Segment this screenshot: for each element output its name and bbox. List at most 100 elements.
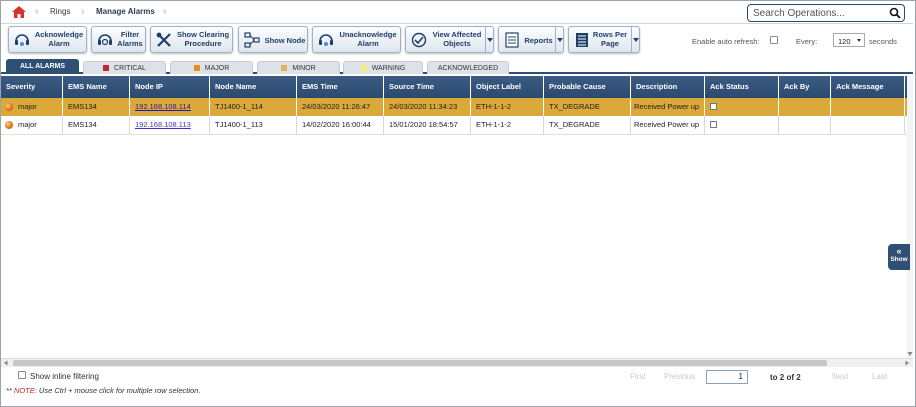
note-prefix: ** [6, 386, 14, 395]
column-ems-name[interactable]: EMS Name [63, 76, 130, 98]
ack-status-checkbox[interactable] [710, 103, 717, 110]
unacknowledge-label-2: Alarm [357, 39, 379, 48]
scroll-left-icon[interactable] [3, 360, 9, 366]
tab-all-alarms[interactable]: ALL ALARMS [6, 59, 79, 74]
view-affected-dropdown-arrow[interactable] [485, 27, 493, 52]
probable-cause-cell: TX_DEGRADE [544, 116, 631, 134]
tab-warning[interactable]: WARNING [343, 61, 423, 74]
ack-status-cell [705, 116, 779, 134]
unacknowledge-headset-icon [319, 34, 333, 46]
alarms-table: Severity EMS Name Node IP Node Name EMS … [1, 76, 913, 358]
ack-message-cell [831, 98, 905, 116]
column-source-time[interactable]: Source Time [384, 76, 471, 98]
column-description[interactable]: Description [631, 76, 705, 98]
rows-per-page-label-2: Page [601, 39, 619, 48]
tab-critical[interactable]: CRITICAL [83, 61, 166, 74]
tab-acknowledged[interactable]: ACKNOWLEDGED [427, 61, 509, 74]
major-color-icon [193, 65, 200, 71]
tab-warning-label: WARNING [371, 65, 406, 72]
source-time-cell: 15/01/2020 18:54:57 [384, 116, 471, 134]
source-time-cell: 24/03/2020 11:34:23 [384, 98, 471, 116]
double-chevron-left-icon: « [896, 246, 902, 256]
rows-per-page-dropdown-arrow[interactable] [631, 27, 639, 52]
note-text: Use Ctrl + mouse click for multiple row … [36, 386, 201, 395]
scroll-right-icon[interactable] [904, 360, 910, 366]
reports-dropdown-arrow[interactable] [555, 27, 563, 52]
unacknowledge-alarm-button[interactable]: Unacknowledge Alarm [312, 26, 401, 53]
column-ack-by[interactable]: Ack By [779, 76, 831, 98]
filter-alarms-label-2: Alarms [117, 39, 143, 48]
horizontal-scrollbar[interactable] [1, 358, 913, 367]
tab-major-label: MAJOR [204, 65, 230, 72]
column-object-label[interactable]: Object Label [471, 76, 544, 98]
severity-tabs: ALL ALARMS CRITICAL MAJOR MINOR WARNING … [1, 59, 913, 74]
show-node-button[interactable]: Show Node [238, 26, 308, 53]
view-affected-objects-button[interactable]: View Affected Objects [405, 26, 494, 53]
acknowledge-alarm-label-1: Acknowledge [34, 30, 84, 39]
pager-next-button[interactable]: Next [832, 372, 848, 381]
view-objects-icon [411, 32, 427, 48]
refresh-interval-value: 120 [838, 37, 851, 46]
table-footer: Show inline filtering ** NOTE: Use Ctrl … [1, 368, 913, 405]
table-row[interactable]: major EMS134 192.168.108.113 TJ1400-1_11… [1, 116, 913, 134]
horizontal-scroll-thumb[interactable] [13, 360, 827, 366]
column-node-name[interactable]: Node Name [210, 76, 297, 98]
object-label-cell: ETH-1-1-2 [471, 98, 544, 116]
severity-value: major [18, 102, 37, 111]
major-severity-icon [5, 103, 13, 111]
auto-refresh-checkbox[interactable] [770, 36, 778, 44]
column-ack-status[interactable]: Ack Status [705, 76, 779, 98]
table-row[interactable]: major EMS134 192.168.108.114 TJ1400-1_11… [1, 98, 913, 116]
tab-minor-label: MINOR [292, 65, 316, 72]
pager-previous-button[interactable]: Previous [664, 372, 695, 381]
tab-minor[interactable]: MINOR [257, 61, 340, 74]
ems-time-cell: 14/02/2020 16:00:44 [297, 116, 384, 134]
filter-alarms-button[interactable]: Filter Alarms [91, 26, 146, 53]
search-icon[interactable] [889, 7, 901, 19]
search-placeholder: Search Operations... [753, 8, 845, 19]
inline-filtering-checkbox[interactable] [18, 371, 26, 379]
pager-first-button[interactable]: First [630, 372, 646, 381]
description-cell: Received Power up [631, 98, 705, 116]
node-name-cell: TJ1400-1_114 [210, 98, 297, 116]
seconds-label: seconds [869, 37, 897, 46]
severity-cell: major [1, 98, 63, 116]
show-node-label: Show Node [264, 36, 306, 45]
show-panel-button[interactable]: « Show [888, 244, 910, 270]
row-divider [1, 134, 913, 135]
auto-refresh-label: Enable auto refresh: [692, 37, 760, 46]
breadcrumb-manage-alarms[interactable]: Manage Alarms [96, 7, 155, 16]
tools-icon [156, 32, 171, 47]
column-probable-cause[interactable]: Probable Cause [544, 76, 631, 98]
scroll-down-icon[interactable] [907, 350, 913, 358]
column-ems-time[interactable]: EMS Time [297, 76, 384, 98]
acknowledge-alarm-button[interactable]: Acknowledge Alarm [8, 26, 87, 53]
search-input[interactable]: Search Operations... [747, 4, 905, 22]
rows-per-page-button[interactable]: Rows Per Page [568, 26, 640, 53]
pager-last-button[interactable]: Last [872, 372, 887, 381]
node-ip-link[interactable]: 192.168.108.114 [135, 102, 191, 111]
breadcrumb-rings[interactable]: Rings [50, 7, 70, 16]
column-ack-message[interactable]: Ack Message [831, 76, 905, 98]
refresh-interval-select[interactable]: 120 [833, 33, 865, 47]
column-node-ip[interactable]: Node IP [130, 76, 210, 98]
tab-major[interactable]: MAJOR [170, 61, 253, 74]
column-severity[interactable]: Severity [1, 76, 63, 98]
acknowledge-headset-icon [15, 34, 29, 46]
vertical-scrollbar[interactable] [907, 76, 913, 358]
ems-time-cell: 24/03/2020 11:26:47 [297, 98, 384, 116]
chevron-right-icon: › [35, 6, 39, 17]
acknowledge-alarm-label-2: Alarm [48, 39, 70, 48]
tab-critical-label: CRITICAL [114, 65, 146, 72]
description-cell: Received Power up [631, 116, 705, 134]
home-icon[interactable] [11, 5, 27, 19]
ack-message-cell [831, 116, 905, 134]
ack-status-checkbox[interactable] [710, 121, 717, 128]
view-affected-label-1: View Affected [432, 30, 482, 39]
ack-status-cell [705, 98, 779, 116]
node-ip-link[interactable]: 192.168.108.113 [135, 120, 191, 129]
show-clearing-procedure-button[interactable]: Show Clearing Procedure [150, 26, 233, 53]
filter-alarms-label-1: Filter [120, 30, 140, 39]
reports-button[interactable]: Reports [498, 26, 564, 53]
page-number-input[interactable]: 1 [706, 370, 748, 384]
